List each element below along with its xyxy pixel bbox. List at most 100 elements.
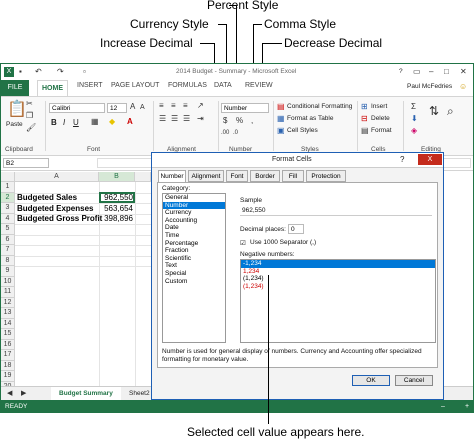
orientation-icon[interactable]: ↗	[197, 102, 204, 110]
clear-icon[interactable]: ◈	[411, 127, 417, 135]
tab-home[interactable]: HOME	[37, 80, 68, 97]
restore-icon[interactable]: ▭	[413, 68, 421, 76]
cell-b3[interactable]: 563,654	[99, 204, 133, 213]
redo-icon[interactable]: ↷	[57, 68, 64, 76]
align-middle-icon[interactable]: ≡	[171, 102, 176, 110]
list-item[interactable]: Number	[163, 201, 225, 210]
smiley-icon[interactable]: ☺	[459, 83, 467, 91]
grow-font-icon[interactable]: A	[130, 103, 135, 111]
list-item[interactable]: Percentage	[163, 240, 225, 248]
align-right-icon[interactable]: ☰	[183, 115, 190, 123]
row-header[interactable]: 4	[1, 213, 15, 224]
cell-styles-icon[interactable]: ▣	[277, 127, 285, 135]
list-item[interactable]: General	[163, 194, 225, 202]
format-painter-icon[interactable]: 🖌	[26, 124, 36, 132]
format-button[interactable]: Format	[371, 127, 392, 134]
use-separator-checkbox[interactable]: ☑	[240, 239, 246, 247]
cancel-button[interactable]: Cancel	[395, 375, 433, 386]
name-box[interactable]: B2	[3, 158, 49, 168]
font-name-select[interactable]: Calibri	[49, 103, 105, 113]
close-icon[interactable]: ✕	[460, 68, 467, 76]
row-header[interactable]: 8	[1, 255, 15, 266]
align-bottom-icon[interactable]: ≡	[183, 102, 188, 110]
list-item[interactable]: Custom	[163, 278, 225, 286]
dialog-tab-fill[interactable]: Fill	[282, 170, 304, 182]
list-item[interactable]: Text	[163, 262, 225, 270]
column-header-a[interactable]: A	[15, 172, 99, 182]
row-header[interactable]: 3	[1, 203, 15, 214]
tab-review[interactable]: REVIEW	[245, 82, 273, 89]
maximize-icon[interactable]: □	[444, 68, 449, 76]
negative-numbers-list[interactable]: -1,234 1,234 (1,234) (1,234)	[240, 259, 436, 343]
font-color-icon[interactable]: A	[127, 118, 133, 126]
align-left-icon[interactable]: ☰	[159, 115, 166, 123]
format-as-table-icon[interactable]: ▦	[277, 115, 285, 123]
customize-qat-icon[interactable]: ▫	[83, 68, 86, 76]
tab-data[interactable]: DATA	[214, 82, 232, 89]
paste-label[interactable]: Paste	[6, 121, 23, 128]
ok-button[interactable]: OK	[352, 375, 390, 386]
bold-button[interactable]: B	[51, 118, 57, 127]
conditional-formatting-icon[interactable]: ▤	[277, 103, 285, 111]
fill-icon[interactable]: ⬇	[411, 115, 418, 123]
tab-formulas[interactable]: FORMULAS	[168, 82, 207, 89]
indent-icon[interactable]: ⇥	[197, 115, 204, 123]
list-item[interactable]: (1,234)	[241, 283, 435, 291]
delete-cells-icon[interactable]: ⊟	[361, 115, 368, 123]
shrink-font-icon[interactable]: A	[140, 104, 145, 112]
list-item[interactable]: 1,234	[241, 268, 435, 276]
cell-a4[interactable]: Budgeted Gross Profit	[17, 214, 102, 223]
zoom-out-icon[interactable]: –	[441, 403, 445, 411]
row-header[interactable]: 10	[1, 276, 15, 287]
delete-button[interactable]: Delete	[371, 115, 390, 122]
cut-icon[interactable]: ✂	[26, 100, 33, 108]
format-as-table-button[interactable]: Format as Table	[287, 115, 333, 122]
sheet-tab-sheet2[interactable]: Sheet2	[129, 390, 150, 397]
list-item[interactable]: Special	[163, 270, 225, 278]
tab-insert[interactable]: INSERT	[77, 82, 103, 89]
insert-button[interactable]: Insert	[371, 103, 387, 110]
column-header-b[interactable]: B	[99, 172, 135, 182]
dialog-tab-border[interactable]: Border	[250, 170, 280, 182]
font-size-select[interactable]: 12	[107, 103, 127, 113]
list-item[interactable]: -1,234	[241, 260, 435, 268]
cell-a2[interactable]: Budgeted Sales	[17, 193, 77, 202]
dialog-tab-protection[interactable]: Protection	[306, 170, 346, 182]
percent-style-icon[interactable]: %	[236, 117, 243, 125]
decrease-decimal-icon[interactable]: .0	[233, 129, 238, 137]
row-header[interactable]: 16	[1, 339, 15, 350]
align-top-icon[interactable]: ≡	[159, 102, 164, 110]
minimize-icon[interactable]: –	[429, 68, 433, 76]
decimal-places-stepper[interactable]: 0	[288, 224, 304, 234]
row-header[interactable]: 13	[1, 308, 15, 319]
row-header[interactable]: 5	[1, 224, 15, 235]
list-item[interactable]: (1,234)	[241, 275, 435, 283]
list-item[interactable]: Time	[163, 232, 225, 240]
insert-cells-icon[interactable]: ⊞	[361, 103, 368, 111]
autosum-icon[interactable]: Σ	[411, 103, 416, 111]
row-header[interactable]: 6	[1, 234, 15, 245]
cell-b2[interactable]: 962,550	[99, 193, 133, 202]
row-header[interactable]: 15	[1, 329, 15, 340]
row-header[interactable]: 14	[1, 318, 15, 329]
row-header[interactable]: 12	[1, 297, 15, 308]
row-header[interactable]: 1	[1, 182, 15, 193]
list-item[interactable]: Accounting	[163, 217, 225, 225]
format-cells-icon[interactable]: ▤	[361, 127, 369, 135]
cell-b4[interactable]: 398,896	[99, 214, 133, 223]
column-header-c[interactable]	[135, 172, 151, 182]
select-all-corner[interactable]	[1, 172, 15, 182]
row-header[interactable]: 19	[1, 371, 15, 382]
scroll-left-icon[interactable]: ◀	[7, 390, 12, 398]
list-item[interactable]: Currency	[163, 209, 225, 217]
copy-icon[interactable]: ❐	[26, 112, 33, 120]
currency-style-icon[interactable]: $	[223, 117, 227, 125]
increase-decimal-icon[interactable]: .00	[221, 129, 229, 137]
row-header[interactable]: 2	[1, 192, 15, 203]
list-item[interactable]: Date	[163, 224, 225, 232]
fill-color-icon[interactable]: ◆	[109, 118, 115, 126]
row-header[interactable]: 18	[1, 360, 15, 371]
worksheet-grid[interactable]: A B 1 2 3 4 5 6 7 8 9 10 11 12 13 14 15 …	[1, 172, 151, 397]
dialog-tab-alignment[interactable]: Alignment	[188, 170, 224, 182]
paste-icon[interactable]: 📋	[7, 102, 27, 118]
